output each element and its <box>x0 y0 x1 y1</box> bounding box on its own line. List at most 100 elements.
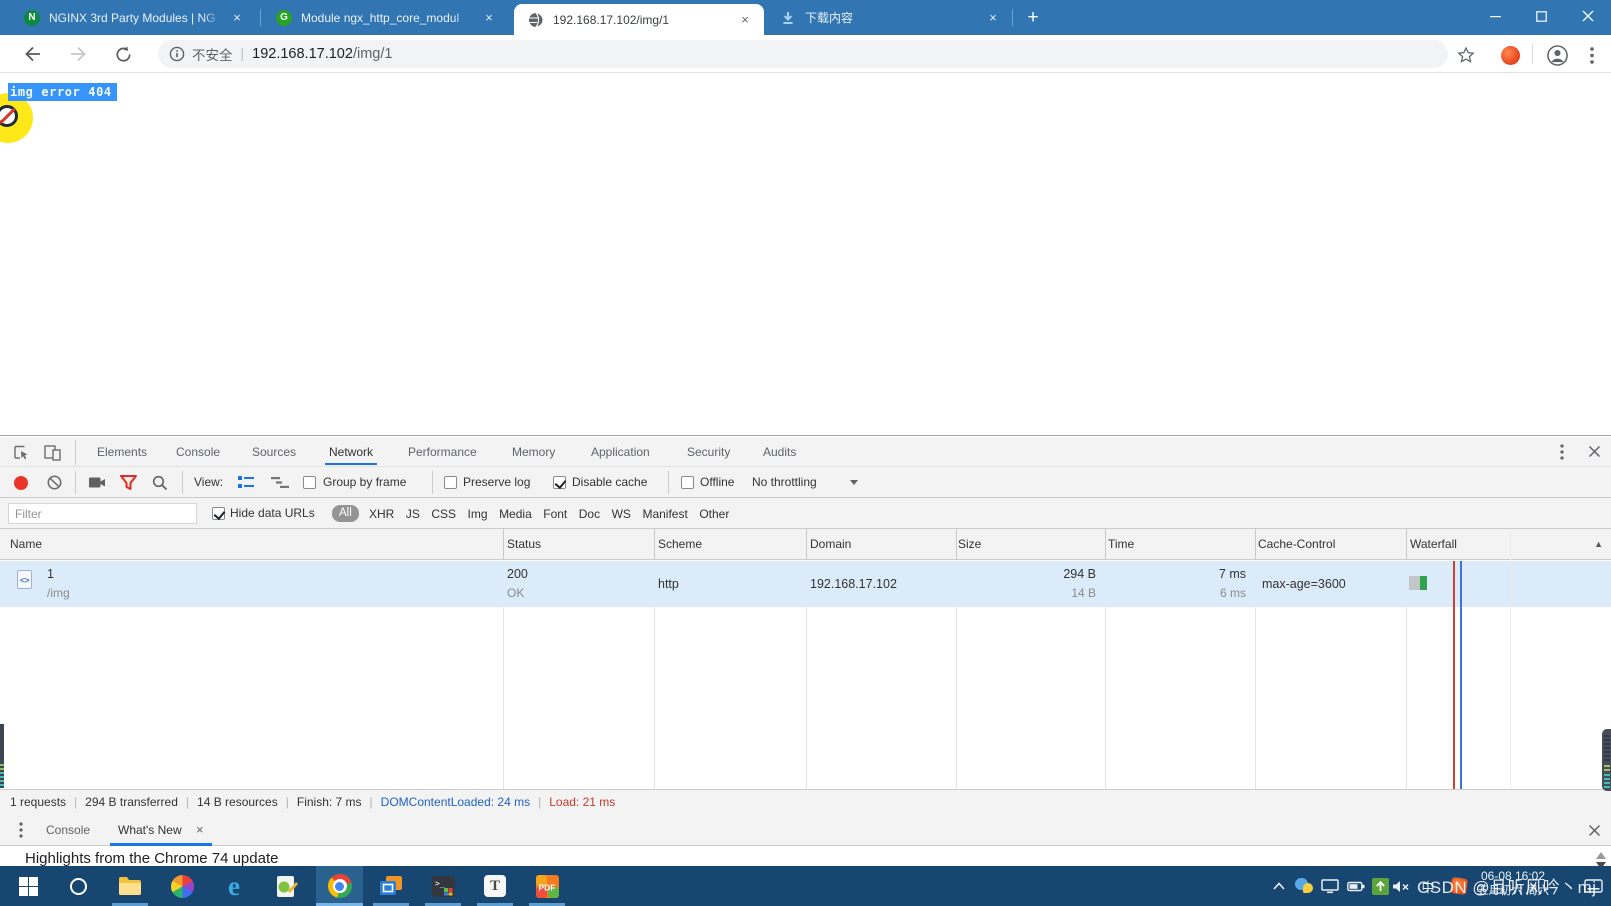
tray-battery-icon[interactable] <box>1344 866 1368 906</box>
window-close-button[interactable] <box>1565 0 1611 32</box>
scroll-up-icon[interactable] <box>1596 852 1606 859</box>
hide-data-urls-label[interactable]: Hide data URLs <box>230 498 315 529</box>
filter-type-media[interactable]: Media <box>499 507 532 521</box>
devtools-tab-sources[interactable]: Sources <box>252 437 296 467</box>
drawer-tab-whats-new[interactable]: What's New <box>118 814 182 846</box>
filter-type-css[interactable]: CSS <box>431 507 456 521</box>
screenshot-camera-icon[interactable] <box>89 476 106 489</box>
page-selected-text[interactable]: img error 404 <box>8 83 117 101</box>
preserve-log-checkbox[interactable] <box>444 476 457 489</box>
browser-tab-nginx-3rd-party[interactable]: N NGINX 3rd Party Modules | NG × <box>10 0 260 35</box>
column-header-name[interactable]: Name <box>10 529 42 560</box>
info-icon[interactable] <box>169 46 185 62</box>
file-explorer-button[interactable] <box>110 866 150 906</box>
browser-tab-ngx-http-core-module[interactable]: G Module ngx_http_core_modul × <box>262 0 512 35</box>
clear-button[interactable] <box>47 475 62 490</box>
overview-view-icon[interactable] <box>271 477 289 488</box>
offline-label[interactable]: Offline <box>700 467 734 498</box>
filter-type-all[interactable]: All <box>332 505 359 522</box>
group-by-frame-label[interactable]: Group by frame <box>323 467 406 498</box>
record-button[interactable] <box>14 476 28 490</box>
profile-avatar-icon[interactable] <box>1545 43 1569 67</box>
filter-type-other[interactable]: Other <box>699 507 729 521</box>
group-by-frame-checkbox[interactable] <box>303 476 316 489</box>
extension-icon[interactable] <box>1498 43 1522 67</box>
inspect-element-icon[interactable] <box>14 445 30 461</box>
devtools-tab-console[interactable]: Console <box>176 437 220 467</box>
tray-chat-icon[interactable] <box>1292 866 1316 906</box>
column-header-cache-control[interactable]: Cache-Control <box>1258 529 1335 560</box>
filter-type-doc[interactable]: Doc <box>579 507 600 521</box>
column-header-waterfall[interactable]: Waterfall <box>1410 529 1457 560</box>
request-rows-view-icon[interactable] <box>238 476 254 489</box>
disable-cache-checkbox[interactable] <box>553 476 566 489</box>
browser-menu-icon[interactable] <box>1580 43 1604 67</box>
request-row[interactable]: <> 1 /img 200 OK http 192.168.17.102 294… <box>0 561 1611 607</box>
throttling-select[interactable]: No throttling <box>752 467 817 498</box>
filter-type-manifest[interactable]: Manifest <box>642 507 687 521</box>
search-icon[interactable] <box>152 475 168 491</box>
sort-arrow-icon[interactable]: ▲ <box>1594 529 1603 560</box>
preserve-log-label[interactable]: Preserve log <box>463 467 530 498</box>
window-minimize-button[interactable] <box>1472 0 1518 32</box>
drawer-menu-icon[interactable] <box>19 822 23 838</box>
devtools-close-icon[interactable] <box>1588 445 1601 458</box>
devtools-tab-memory[interactable]: Memory <box>512 437 555 467</box>
url-path[interactable]: /img/1 <box>353 46 393 62</box>
edge-button[interactable]: e <box>214 866 254 906</box>
address-bar[interactable]: 不安全 | 192.168.17.102/img/1 <box>158 40 1448 68</box>
tray-volume-muted-icon[interactable] <box>1389 866 1413 906</box>
reload-icon[interactable] <box>111 42 135 66</box>
tab-close-icon[interactable]: × <box>481 10 497 26</box>
browser-tab-downloads[interactable]: 下载内容 × <box>766 0 1016 35</box>
column-header-domain[interactable]: Domain <box>810 529 851 560</box>
devtools-menu-icon[interactable] <box>1560 444 1564 460</box>
column-header-scheme[interactable]: Scheme <box>658 529 702 560</box>
filter-input[interactable] <box>8 503 197 524</box>
cortana-button[interactable] <box>58 866 98 906</box>
filter-type-xhr[interactable]: XHR <box>369 507 394 521</box>
back-icon[interactable] <box>21 42 45 66</box>
column-header-status[interactable]: Status <box>507 529 541 560</box>
filter-type-ws[interactable]: WS <box>612 507 631 521</box>
chrome-button[interactable] <box>316 866 363 906</box>
devtools-tab-application[interactable]: Application <box>591 437 650 467</box>
devtools-tab-elements[interactable]: Elements <box>97 437 147 467</box>
tray-network-icon[interactable] <box>1318 866 1342 906</box>
hide-data-urls-checkbox[interactable] <box>212 507 225 520</box>
tab-close-icon[interactable]: × <box>229 10 245 26</box>
filter-type-img[interactable]: Img <box>468 507 488 521</box>
url-host[interactable]: 192.168.17.102 <box>252 46 353 62</box>
forward-icon[interactable] <box>66 42 90 66</box>
devtools-tab-audits[interactable]: Audits <box>763 437 796 467</box>
column-header-size[interactable]: Size <box>958 529 981 560</box>
tab-close-icon[interactable]: × <box>985 10 1001 26</box>
typora-button[interactable]: T <box>475 866 515 906</box>
filter-type-font[interactable]: Font <box>543 507 567 521</box>
tab-close-icon[interactable]: × <box>737 12 753 28</box>
security-label[interactable]: 不安全 <box>192 44 233 64</box>
pdf-app-button[interactable]: PDF <box>527 866 567 906</box>
vmware-button[interactable] <box>371 866 411 906</box>
device-toolbar-icon[interactable] <box>44 445 61 461</box>
column-header-time[interactable]: Time <box>1108 529 1134 560</box>
browser-tab-active-img[interactable]: 192.168.17.102/img/1 × <box>514 4 764 35</box>
tray-expand-icon[interactable] <box>1268 866 1290 906</box>
filter-funnel-icon[interactable] <box>120 475 137 490</box>
devtools-tab-performance[interactable]: Performance <box>408 437 477 467</box>
drawer-tab-close-icon[interactable]: × <box>196 814 204 846</box>
drawer-close-icon[interactable] <box>1588 824 1601 837</box>
devtools-tab-network[interactable]: Network <box>329 437 373 467</box>
notepad-app-button[interactable] <box>266 866 306 906</box>
throttling-caret-icon[interactable] <box>850 480 858 485</box>
drawer-tab-console[interactable]: Console <box>46 814 90 846</box>
devtools-tab-security[interactable]: Security <box>687 437 730 467</box>
new-tab-button[interactable]: + <box>1022 7 1044 29</box>
bookmark-star-icon[interactable] <box>1454 43 1478 67</box>
pinwheel-app-button[interactable] <box>162 866 202 906</box>
start-button[interactable] <box>8 866 48 906</box>
disable-cache-label[interactable]: Disable cache <box>572 467 647 498</box>
filter-type-js[interactable]: JS <box>406 507 420 521</box>
terminal-app-button[interactable]: >_ <box>423 866 463 906</box>
window-maximize-button[interactable] <box>1518 0 1564 32</box>
